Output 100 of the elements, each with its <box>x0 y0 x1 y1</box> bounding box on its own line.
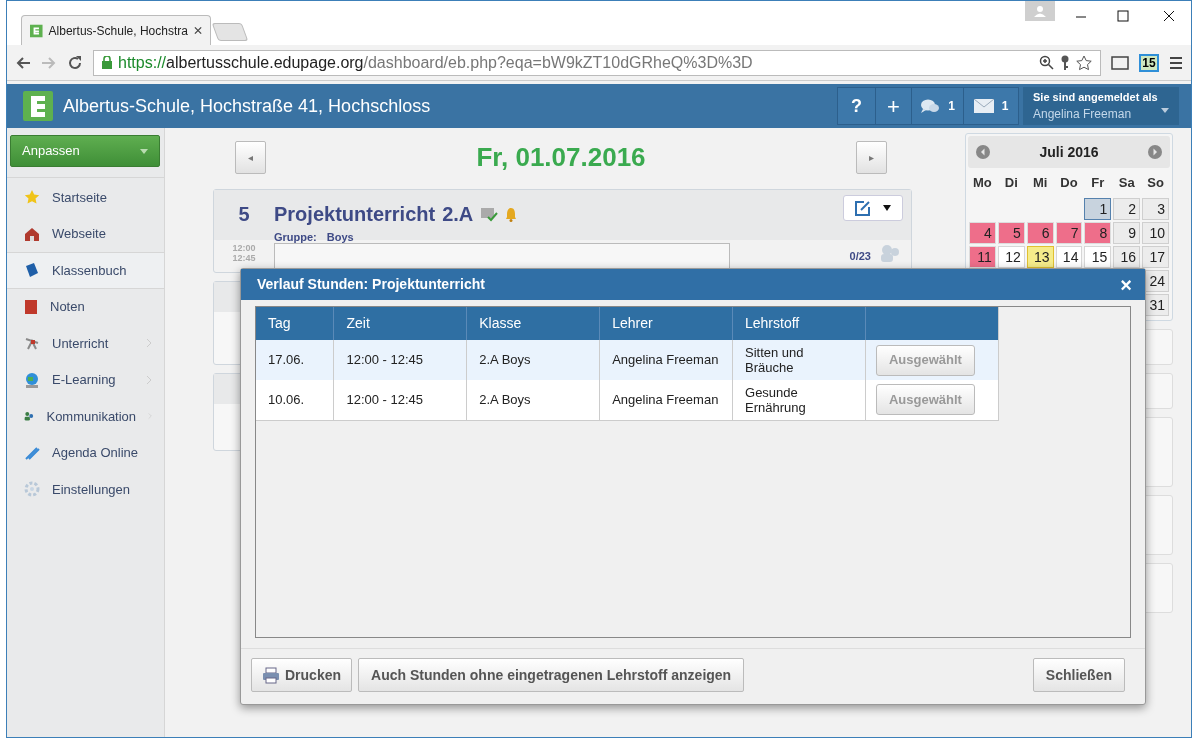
group-label: Gruppe: <box>274 230 317 245</box>
calendar-day[interactable]: 11 <box>969 246 996 268</box>
sidebar-item[interactable]: Einstellungen <box>7 471 164 508</box>
envelope-icon <box>973 99 994 113</box>
table-cell: Angelina Freeman <box>599 380 733 420</box>
messages-button[interactable]: 1 <box>912 88 964 124</box>
app-logo-icon <box>23 91 53 121</box>
calendar-day[interactable]: 16 <box>1113 246 1141 268</box>
zoom-icon[interactable] <box>1039 55 1054 70</box>
show-all-lessons-button[interactable]: Auch Stunden ohne eingetragenen Lehrstoff anzeigen <box>358 658 745 692</box>
user-menu[interactable]: Sie sind angemeldet als Angelina Freeman <box>1023 87 1179 125</box>
weekday-label: Di <box>1003 174 1019 193</box>
table-cell: Gesunde Ernährung <box>732 380 866 420</box>
reload-icon[interactable] <box>67 54 83 71</box>
table-cell: 2.A Boys <box>466 380 600 420</box>
sidebar-item[interactable]: Agenda Online <box>7 434 164 471</box>
edit-button[interactable] <box>843 195 903 221</box>
table-cell: 12:00 - 12:45 <box>333 380 467 420</box>
calendar-day[interactable]: 5 <box>997 222 1025 244</box>
user-name: Angelina Freeman <box>1033 106 1132 124</box>
mail-button[interactable]: 1 <box>964 88 1018 124</box>
weekday-label: So <box>1146 174 1165 193</box>
dialog-title: Verlauf Stunden: Projektunterricht <box>257 275 486 294</box>
calendar-day[interactable]: 7 <box>1055 222 1083 244</box>
previous-month-icon[interactable] <box>976 145 990 159</box>
notes-field[interactable] <box>274 243 730 271</box>
lesson-number: 5 <box>237 202 251 227</box>
sidebar-item[interactable]: Unterricht <box>7 325 164 362</box>
house-icon <box>24 225 40 242</box>
group-name: Boys <box>326 230 354 245</box>
pen-icon <box>24 444 40 461</box>
close-button[interactable]: × <box>1120 274 1132 295</box>
address-bar[interactable]: https://albertusschule.edupage.org/dashboard/eb.php?eqa=bW9kZT10dGRheQ%3D%3D <box>93 49 1101 76</box>
speech-bubbles-icon <box>920 97 941 115</box>
calendar-day[interactable]: 15 <box>1084 246 1112 268</box>
screen-icon[interactable] <box>1111 55 1129 70</box>
tab-title: Albertus-Schule, Hochstra <box>48 22 188 40</box>
people-icon <box>879 244 901 262</box>
close-icon[interactable] <box>1163 10 1175 22</box>
lesson-class: 2.A <box>442 202 474 227</box>
edit-icon <box>855 200 871 216</box>
calendar-day[interactable]: 6 <box>1026 222 1054 244</box>
extension-badge[interactable]: 15 <box>1139 53 1159 72</box>
print-button[interactable]: Drucken <box>251 658 353 692</box>
book-icon <box>24 262 40 279</box>
end-time: 12:45 <box>232 253 256 263</box>
sidebar-item[interactable]: Kommunikation <box>7 398 164 435</box>
start-time: 12:00 <box>232 243 256 253</box>
chevron-right-icon <box>146 374 152 385</box>
calendar-day[interactable]: 12 <box>997 246 1025 268</box>
calendar-day[interactable]: 14 <box>1055 246 1083 268</box>
calendar-day[interactable]: 9 <box>1113 222 1141 244</box>
caret-icon <box>140 148 148 154</box>
month-title: Juli 2016 <box>1039 142 1099 162</box>
calendar-day[interactable]: 1 <box>1084 198 1112 220</box>
table-cell: 10.06. <box>256 380 334 420</box>
back-icon[interactable] <box>15 55 31 70</box>
menu-icon[interactable] <box>1169 55 1183 70</box>
app-logo-icon <box>30 23 43 38</box>
url-text: https://albertusschule.edupage.org/dashboard/eb.php?eqa=bW9kZT10dGRheQ%3D%3D <box>118 52 753 73</box>
close-button[interactable]: Schließen <box>1032 658 1125 692</box>
calendar-day[interactable]: 2 <box>1113 198 1141 220</box>
next-day-button[interactable]: ▸ <box>856 141 887 174</box>
checked-document-icon <box>480 206 499 222</box>
chevron-right-icon <box>146 338 152 349</box>
calendar-day[interactable]: 17 <box>1142 246 1169 268</box>
weekday-label: Sa <box>1117 174 1136 193</box>
calendar-day[interactable]: 13 <box>1026 246 1054 268</box>
caret-icon <box>883 205 891 211</box>
previous-day-button[interactable]: ◂ <box>235 141 266 174</box>
sidebar-item[interactable]: Noten <box>7 288 164 325</box>
sidebar-item[interactable]: Startseite <box>7 179 164 216</box>
globe-icon <box>24 371 40 388</box>
calendar-day[interactable]: 4 <box>969 222 996 244</box>
attendance-count: 0/23 <box>849 249 871 264</box>
caret-icon <box>1161 108 1169 113</box>
sidebar-item[interactable]: Webseite <box>7 215 164 252</box>
add-button[interactable]: + <box>876 88 912 124</box>
star-icon[interactable] <box>1076 54 1092 71</box>
weekday-label: Mo <box>972 174 993 193</box>
key-icon[interactable] <box>1060 54 1070 71</box>
lesson-title: Projektunterricht <box>274 202 436 227</box>
grade-book-icon <box>24 298 38 315</box>
lock-icon <box>102 56 112 69</box>
next-month-icon[interactable] <box>1148 145 1162 159</box>
maximize-icon[interactable] <box>1117 10 1129 22</box>
calendar-day[interactable]: 3 <box>1142 198 1169 220</box>
sidebar-item[interactable]: E-Learning <box>7 361 164 398</box>
calendar-day[interactable]: 10 <box>1142 222 1169 244</box>
help-button[interactable]: ? <box>838 88 876 124</box>
weekday-label: Mi <box>1031 174 1049 193</box>
weekday-label: Fr <box>1090 174 1106 193</box>
sidebar-item[interactable]: Klassenbuch <box>7 252 164 289</box>
login-label: Sie sind angemeldet als <box>1033 89 1159 105</box>
printer-icon <box>262 666 280 684</box>
calendar-day[interactable]: 8 <box>1084 222 1112 244</box>
school-name: Albertus-Schule, Hochstraße 41, Hochschloss <box>63 94 431 118</box>
bell-icon <box>505 206 518 222</box>
date-heading: Fr, 01.07.2016 <box>476 141 646 174</box>
browser-tab[interactable]: Albertus-Schule, Hochstra <box>21 15 211 45</box>
